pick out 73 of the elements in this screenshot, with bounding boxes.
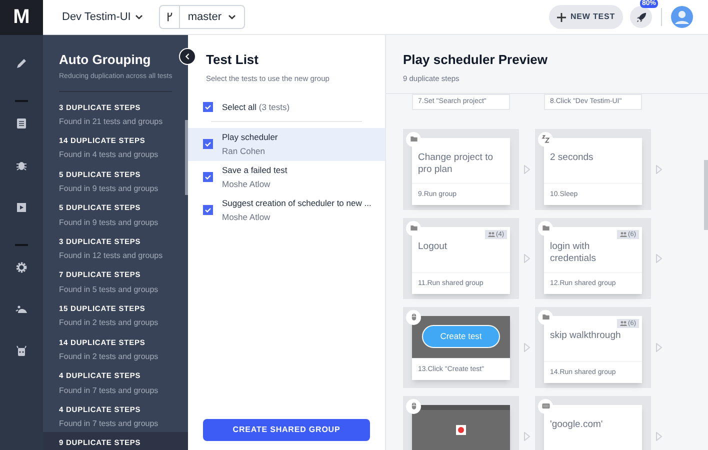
step-value: 'google.com': [550, 418, 604, 431]
step-value: Change project to pro plan: [418, 152, 494, 176]
robot-icon[interactable]: [15, 344, 28, 358]
test-author: Moshe Atlow: [222, 210, 272, 224]
panel-title: Auto Grouping: [59, 51, 152, 69]
group-subtitle: Found in 12 tests and groups: [59, 250, 164, 262]
checkbox[interactable]: [203, 102, 213, 112]
next-arrow-icon: [656, 432, 662, 441]
record-icon: [456, 424, 466, 435]
new-test-button[interactable]: NEW TEST: [549, 5, 623, 29]
create-shared-group-button[interactable]: CREATE SHARED GROUP: [203, 419, 370, 441]
checkbox[interactable]: [203, 172, 213, 182]
checkbox[interactable]: [203, 205, 213, 215]
test-row[interactable]: Suggest creation of scheduler to new ... Moshe Atlow: [188, 194, 385, 226]
next-arrow-icon: [524, 164, 530, 174]
group-subtitle: Found in 4 tests and groups: [59, 149, 160, 162]
project-dropdown[interactable]: Dev Testim-UI: [62, 8, 143, 26]
next-arrow-icon: [524, 342, 530, 352]
folder-icon: [408, 134, 418, 144]
users-icon: [488, 232, 496, 237]
next-arrow-icon: [524, 432, 530, 441]
test-author: Ran Cohen: [222, 144, 266, 158]
step-value: login with credentials: [550, 240, 597, 265]
group-subtitle: Found in 2 tests and groups: [59, 317, 160, 330]
next-arrow-icon: [524, 254, 530, 263]
select-all-label: Select all (3 tests): [222, 100, 290, 114]
test-name: Play scheduler: [222, 130, 278, 144]
collapse-button[interactable]: [179, 48, 196, 65]
keyboard-icon: [540, 401, 550, 412]
folder-icon: [540, 223, 550, 234]
test-author: Moshe Atlow: [222, 178, 272, 190]
step-card[interactable]: 'google.com': [535, 396, 651, 450]
chevron-down-icon: [134, 13, 143, 21]
step-value: skip walkthrough: [550, 330, 622, 342]
rocket-icon: [636, 12, 646, 22]
next-arrow-icon: [656, 254, 662, 263]
group-subtitle: Found in 2 tests and groups: [59, 350, 160, 363]
logo[interactable]: M: [0, 0, 43, 34]
step-value: Logout: [418, 240, 448, 253]
group-subtitle: Found in 5 tests and groups: [59, 284, 160, 296]
chevron-down-icon: [228, 13, 236, 21]
folder-icon: [408, 223, 418, 234]
users-icon: [620, 320, 628, 326]
group-subtitle: Found in 9 tests and groups: [59, 216, 160, 229]
step-value: 2 seconds: [550, 152, 594, 164]
next-arrow-icon: [656, 164, 662, 174]
users-icon: [620, 232, 628, 237]
list-icon[interactable]: [15, 116, 28, 130]
next-arrow-icon: [656, 342, 662, 352]
test-name: Suggest creation of scheduler to new ...: [222, 196, 372, 210]
gear-icon[interactable]: [15, 260, 28, 274]
rocket-button[interactable]: [630, 6, 652, 28]
group-subtitle: Found in 21 tests and groups: [59, 116, 164, 128]
test-row[interactable]: Play scheduler Ran Cohen: [188, 128, 385, 160]
scrollbar[interactable]: [185, 120, 188, 195]
avatar-icon[interactable]: [671, 6, 693, 28]
group-subtitle: Found in 7 tests and groups: [59, 384, 160, 396]
pencil-icon[interactable]: [15, 56, 28, 70]
checkbox[interactable]: [203, 139, 213, 149]
test-name: Save a failed test: [222, 164, 288, 176]
group-subtitle: Found in 9 tests and groups: [59, 182, 160, 195]
chevron-left-icon: [184, 53, 191, 60]
panel-title: Test List: [206, 51, 260, 69]
play-icon[interactable]: [15, 200, 28, 214]
group-subtitle: Found in 7 tests and groups: [59, 418, 160, 430]
screenshot-button: Create test: [422, 325, 500, 348]
sleep-icon: [540, 134, 550, 144]
cloud-icon[interactable]: [15, 302, 28, 316]
test-row[interactable]: Save a failed test Moshe Atlow: [188, 160, 385, 194]
plus-icon: [557, 12, 566, 22]
panel-title: Play scheduler Preview: [403, 51, 549, 69]
folder-icon: [540, 312, 550, 322]
scrollbar[interactable]: [704, 160, 708, 230]
